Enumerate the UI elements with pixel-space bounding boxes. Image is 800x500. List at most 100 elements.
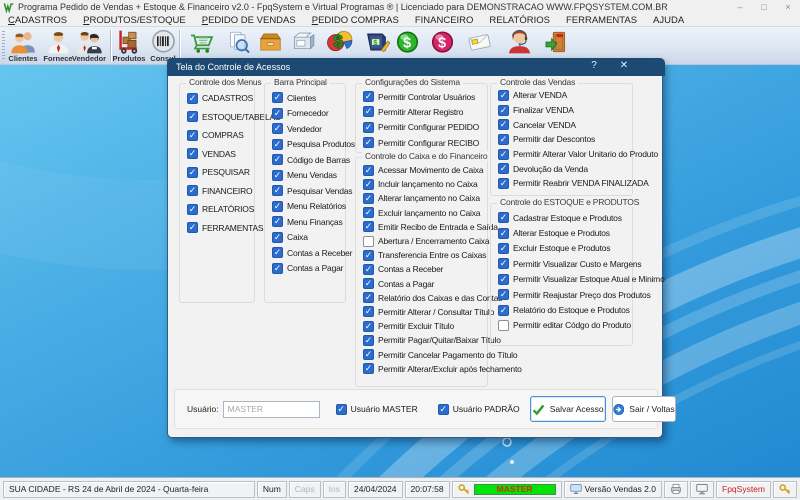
toolbar-produtos-button[interactable]: Produtos (112, 29, 146, 64)
menu-pedido-de-vendas[interactable]: PEDIDO DE VENDAS (194, 15, 304, 26)
menu-financeiro[interactable]: FINANCEIRO (407, 15, 482, 26)
checkbox-cadastrar-estoque-e-produtos[interactable]: Cadastrar Estoque e Produtos (498, 210, 632, 225)
status-printer[interactable] (664, 480, 688, 498)
checkbox-estoque-tabelas[interactable]: ESTOQUE/TABELAS (187, 108, 281, 127)
checkbox-finalizar-venda[interactable]: Finalizar VENDA (498, 103, 632, 118)
checkbox-contas-a-receber[interactable]: Contas a Receber (363, 262, 487, 276)
checkbox-ferramentas[interactable]: FERRAMENTAS (187, 219, 264, 238)
menu-pedido-compras[interactable]: PEDIDO COMPRAS (304, 15, 407, 26)
checkbox-caixa[interactable]: Caixa (272, 230, 345, 246)
checkbox-alterar-lancamento-no-caixa[interactable]: Alterar lançamento no Caixa (363, 191, 487, 205)
checkbox-alterar-venda[interactable]: Alterar VENDA (498, 88, 632, 103)
checkbox-usuario-padrao[interactable]: Usuário PADRÃO (437, 403, 520, 415)
checkbox-cancelar-venda[interactable]: Cancelar VENDA (498, 117, 632, 132)
checkbox-codigo-de-barras[interactable]: Código de Barras (272, 152, 350, 168)
checkbox-contas-a-receber[interactable]: Contas a Receber (272, 245, 353, 261)
checkbox-cadastros[interactable]: CADASTROS (187, 89, 254, 108)
checkbox-label: Emitir Recibo de Entrada e Saída (378, 221, 498, 232)
checkbox-permitir-editar-codgo-do-produto[interactable]: Permitir editar Códgo do Produto (498, 318, 632, 333)
toolbar-separator (110, 30, 111, 62)
checkbox-permitir-alterar-consultar-titulo[interactable]: Permitir Alterar / Consultar Título (363, 305, 494, 319)
checkbox-vendedor[interactable]: Vendedor (272, 121, 345, 137)
checkbox-box (498, 258, 509, 270)
checkbox-permitir-reabrir-venda-finalizada[interactable]: Permitir Reabrir VENDA FINALIZADA (498, 176, 649, 191)
checkbox-excluir-lancamento-no-caixa[interactable]: Excluir lançamento no Caixa (363, 206, 487, 220)
checkbox-compras[interactable]: COMPRAS (187, 126, 254, 145)
checkbox-vendas[interactable]: VENDAS (187, 145, 254, 164)
checkbox-permitir-reajustar-preco-dos-produtos[interactable]: Permitir Reajustar Preço dos Produtos (498, 287, 651, 302)
maximize-button[interactable]: □ (752, 0, 776, 14)
dialog-close-icon[interactable]: ✕ (617, 60, 631, 71)
checkbox-pesquisa-produtos[interactable]: Pesquisa Produtos (272, 137, 355, 153)
save-access-button[interactable]: Salvar Acesso (529, 396, 606, 422)
svg-text:$: $ (403, 36, 411, 52)
checkbox-financeiro[interactable]: FINANCEIRO (187, 182, 254, 201)
checkbox-pesquisar-vendas[interactable]: Pesquisar Vendas (272, 183, 353, 199)
menu-ajuda[interactable]: AJUDA (645, 15, 692, 26)
checkbox-box (363, 249, 374, 261)
checkbox-permitir-configurar-pedido[interactable]: Permitir Configurar PEDIDO (363, 120, 487, 135)
checkbox-usuario-master[interactable]: Usuário MASTER (335, 403, 418, 415)
group-configuracoes-do-sistema: Configurações do Sistema Permitir Control… (355, 77, 488, 153)
checkbox-relatorio-do-estoque-e-produtos[interactable]: Relatório do Estoque e Produtos (498, 302, 632, 317)
barcode-icon (151, 29, 175, 53)
checkbox-label: Permitir Excluir Título (378, 321, 455, 332)
checkbox-contas-a-pagar[interactable]: Contas a Pagar (272, 261, 345, 277)
checkbox-incluir-lancamento-no-caixa[interactable]: Incluir lançamento no Caixa (363, 177, 487, 191)
checkbox-relatorio-dos-caixas-e-das-contas[interactable]: Relatório dos Caixas e das Contas (363, 291, 502, 305)
checkbox-label: Contas a Receber (287, 247, 353, 258)
checkbox-permitir-controlar-usuarios[interactable]: Permitir Controlar Usuários (363, 89, 487, 104)
support-agent-icon (508, 29, 530, 54)
user-input[interactable] (222, 400, 320, 418)
dialog-titlebar[interactable]: Tela do Controle de Acessos ? ✕ (167, 58, 665, 76)
checkbox-permitir-visualizar-estoque-atual-e-minimo[interactable]: Permitir Visualizar Estoque Atual e Mini… (498, 272, 665, 287)
checkbox-pesquisar[interactable]: PESQUISAR (187, 163, 254, 182)
checkbox-permitir-alterar-excluir-apos-fechamento[interactable]: Permitir Alterar/Excluir após fechamento (363, 362, 522, 376)
checkbox-permitir-dar-descontos[interactable]: Permitir dar Descontos (498, 132, 632, 147)
checkbox-label: Cadastrar Estoque e Produtos (513, 212, 622, 223)
checkbox-box (187, 166, 198, 178)
checkbox-box (363, 263, 374, 275)
checkbox-menu-vendas[interactable]: Menu Vendas (272, 168, 345, 184)
group-title: Configurações do Sistema (362, 77, 463, 87)
minimize-button[interactable]: – (728, 0, 752, 14)
menu-ferramentas[interactable]: FERRAMENTAS (558, 15, 645, 26)
exit-button[interactable]: Sair / Voltas (611, 396, 676, 422)
checkbox-fornecedor[interactable]: Fornecedor (272, 106, 345, 122)
checkbox-permitir-excluir-titulo[interactable]: Permitir Excluir Título (363, 319, 487, 333)
checkbox-permitir-configurar-recibo[interactable]: Permitir Configurar RECIBO (363, 135, 487, 150)
checkbox-menu-relatorios[interactable]: Menu Relatórios (272, 199, 346, 215)
user-label: Usuário: (187, 404, 219, 414)
checkbox-permitir-cancelar-pagamento-do-titulo[interactable]: Permitir Cancelar Pagamento do Título (363, 347, 518, 361)
checkbox-permitir-visualizar-custo-e-margens[interactable]: Permitir Visualizar Custo e Margens (498, 256, 642, 271)
envelope-icon (468, 34, 491, 51)
checkbox-relatorios[interactable]: RELATÓRIOS (187, 200, 254, 219)
checkbox-emitir-recibo-de-entrada-e-saida[interactable]: Emitir Recibo de Entrada e Saída (363, 220, 498, 234)
toolbar-fornecedor-button[interactable]: Fornece (41, 29, 75, 64)
checkbox-abertura-encerramento-caixa[interactable]: Abertura / Encerramento Caixa (363, 234, 490, 248)
checkbox-permitir-alterar-valor-unitario-do-produto[interactable]: Permitir Alterar Valor Unitario do Produ… (498, 147, 658, 162)
menu-cadastros[interactable]: CADASTROS (0, 15, 75, 26)
red-dollar-ball-icon: $ (431, 31, 453, 53)
status-monitor[interactable] (690, 480, 714, 498)
checkbox-transferencia-entre-os-caixas[interactable]: Transferencia Entre os Caixas (363, 248, 487, 262)
checkbox-alterar-estoque-e-produtos[interactable]: Alterar Estoque e Produtos (498, 225, 632, 240)
checkbox-excluir-estoque-e-produtos[interactable]: Excluir Estoque e Produtos (498, 241, 632, 256)
toolbar-vendedor-button[interactable]: Vendedor (72, 29, 106, 64)
checkbox-permitir-alterar-registro[interactable]: Permitir Alterar Registro (363, 104, 487, 119)
checkbox-label: Transferencia Entre os Caixas (378, 250, 487, 261)
menu-produtos-estoque[interactable]: PRODUTOS/ESTOQUE (75, 15, 194, 26)
menu-relatorios[interactable]: RELATÓRIOS (481, 15, 558, 26)
dialog-help-icon[interactable]: ? (587, 60, 601, 71)
checkbox-label: Pesquisa Produtos (287, 139, 355, 150)
toolbar-clientes-button[interactable]: Clientes (6, 29, 40, 64)
checkbox-contas-a-pagar[interactable]: Contas a Pagar (363, 277, 487, 291)
close-button[interactable]: × (776, 0, 800, 14)
checkbox-menu-financas[interactable]: Menu Finanças (272, 214, 345, 230)
checkbox-box (272, 107, 283, 119)
checkbox-devolucao-da-venda[interactable]: Devolução da Venda (498, 161, 632, 176)
checkbox-permitir-pagar-quitar-baixar-titulo[interactable]: Permitir Pagar/Quitar/Baixar Título (363, 333, 501, 347)
checkbox-clientes[interactable]: Clientes (272, 90, 345, 106)
checkbox-acessar-movimento-de-caixa[interactable]: Acessar Movimento de Caixa (363, 163, 487, 177)
app-window: Programa Pedido de Vendas + Estoque & Fi… (0, 0, 800, 500)
